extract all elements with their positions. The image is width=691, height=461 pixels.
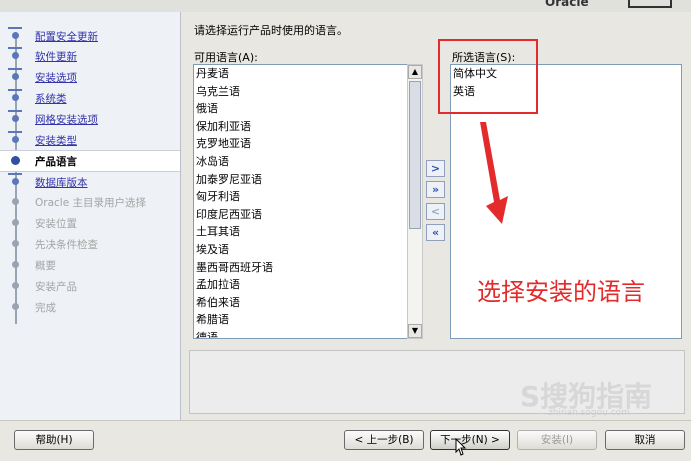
move-left-button[interactable]: < — [426, 203, 445, 220]
scroll-up-icon[interactable]: ▲ — [408, 65, 422, 79]
step-node-icon — [11, 156, 20, 165]
list-item[interactable]: 冰岛语 — [194, 153, 407, 171]
step-item[interactable]: 安装选项 — [0, 67, 180, 87]
list-item[interactable]: 埃及语 — [194, 241, 407, 259]
step-done-icon — [8, 110, 22, 117]
step-item[interactable]: 系统类 — [0, 88, 180, 108]
step-label: 安装选项 — [35, 72, 77, 84]
scroll-thumb[interactable] — [409, 81, 421, 229]
steps-panel: 配置安全更新 软件更新安装选项系统类网格安装选项 安装类型产品语言数据库版本 Orac… — [0, 12, 181, 420]
step-item[interactable]: 数据库版本 — [0, 172, 180, 192]
step-done-icon — [8, 89, 22, 96]
step-label: 安装类型 — [35, 135, 77, 147]
step-label: 概要 — [35, 260, 56, 272]
mouse-cursor-icon — [455, 438, 467, 456]
step-node-icon — [12, 282, 19, 289]
watermark-url: zhinan.sogou.com — [548, 408, 630, 418]
step-item: 产品语言 — [0, 150, 180, 172]
step-node-icon — [12, 219, 19, 226]
list-item[interactable]: 印度尼西亚语 — [194, 206, 407, 224]
step-node-icon — [12, 240, 19, 247]
step-item: 完成 — [0, 297, 180, 317]
move-right-button[interactable]: > — [426, 160, 445, 177]
list-item[interactable]: 丹麦语 — [194, 65, 407, 83]
window-title: Oracle — [545, 0, 589, 9]
step-label: Oracle 主目录用户选择 — [35, 197, 147, 209]
list-item[interactable]: 匈牙利语 — [194, 188, 407, 206]
step-item[interactable]: 安装类型 — [0, 130, 180, 150]
step-item: Oracle 主目录用户选择 — [0, 192, 180, 212]
list-item[interactable]: 孟加拉语 — [194, 276, 407, 294]
list-item[interactable]: 俄语 — [194, 100, 407, 118]
help-button[interactable]: 帮助(H) — [14, 430, 94, 450]
step-done-icon — [8, 27, 22, 34]
available-languages-list[interactable]: 丹麦语 乌克兰语 俄语 保加利亚语 克罗地亚语 冰岛语 加泰罗尼亚语 匈牙利语 … — [193, 64, 408, 339]
list-item[interactable]: 土耳其语 — [194, 223, 407, 241]
step-label: 安装位置 — [35, 218, 77, 230]
back-button[interactable]: < 上一步(B) — [344, 430, 424, 450]
list-item[interactable]: 乌克兰语 — [194, 83, 407, 101]
step-item: 先决条件检查 — [0, 234, 180, 254]
step-item[interactable]: 软件更新 — [0, 46, 180, 66]
step-label: 数据库版本 — [35, 177, 88, 189]
red-arrow-icon — [480, 122, 508, 224]
list-item[interactable]: 希腊语 — [194, 311, 407, 329]
move-all-left-button[interactable]: « — [426, 224, 445, 241]
step-done-icon — [8, 47, 22, 54]
step-label: 产品语言 — [35, 156, 77, 168]
list-item[interactable]: 德语 — [194, 329, 407, 338]
step-node-icon — [12, 261, 19, 268]
oracle-logo-icon — [628, 0, 672, 8]
step-item: 安装产品 — [0, 276, 180, 296]
instruction-text: 请选择运行产品时使用的语言。 — [194, 24, 348, 37]
step-label: 先决条件检查 — [35, 239, 98, 251]
step-done-icon — [8, 131, 22, 138]
list-item[interactable]: 墨西哥西班牙语 — [194, 259, 407, 277]
scroll-down-icon[interactable]: ▼ — [408, 324, 422, 338]
move-all-right-button[interactable]: » — [426, 181, 445, 198]
step-label: 配置安全更新 — [35, 31, 98, 43]
annotation-text: 选择安装的语言 — [477, 278, 645, 306]
step-item: 安装位置 — [0, 213, 180, 233]
step-item[interactable]: 配置安全更新 — [0, 26, 180, 46]
highlight-box — [438, 39, 538, 114]
list-item[interactable]: 希伯来语 — [194, 294, 407, 312]
list-item[interactable]: 保加利亚语 — [194, 118, 407, 136]
step-label: 网格安装选项 — [35, 114, 98, 126]
step-label: 完成 — [35, 302, 56, 314]
title-strip: Oracle — [0, 0, 691, 12]
step-done-icon — [8, 68, 22, 75]
step-label: 软件更新 — [35, 51, 77, 63]
install-button[interactable]: 安装(I) — [517, 430, 597, 450]
available-languages-label: 可用语言(A): — [194, 51, 258, 64]
step-label: 系统类 — [35, 93, 67, 105]
step-done-icon — [8, 173, 22, 180]
step-node-icon — [12, 303, 19, 310]
step-label: 安装产品 — [35, 281, 77, 293]
list-item[interactable]: 克罗地亚语 — [194, 135, 407, 153]
list-item[interactable]: 加泰罗尼亚语 — [194, 171, 407, 189]
cancel-button[interactable]: 取消 — [605, 430, 685, 450]
next-button[interactable]: 下一步(N) > — [430, 430, 510, 450]
step-node-icon — [12, 198, 19, 205]
step-item: 概要 — [0, 255, 180, 275]
step-item[interactable]: 网格安装选项 — [0, 109, 180, 129]
available-list-scrollbar[interactable]: ▲ ▼ — [407, 64, 423, 339]
